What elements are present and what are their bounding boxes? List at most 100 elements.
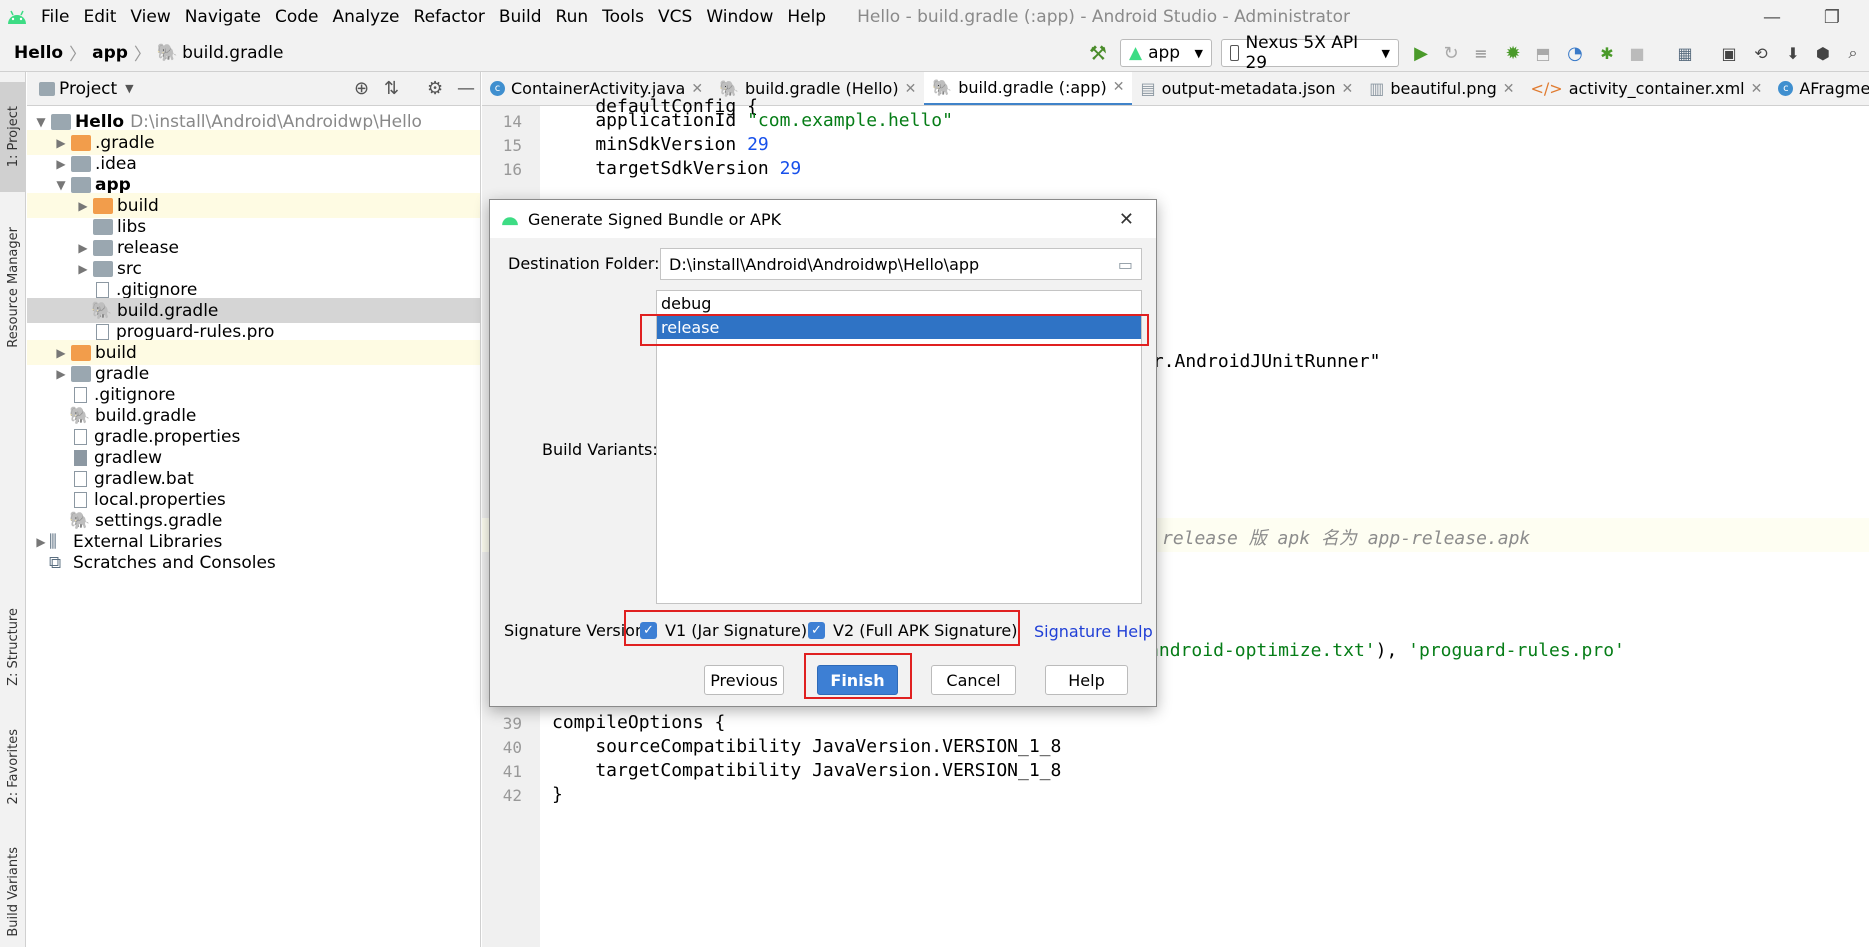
tab-activity-container-xml[interactable]: </> activity_container.xml ✕ bbox=[1522, 72, 1770, 105]
search-icon[interactable]: ⌕ bbox=[1840, 38, 1866, 68]
breadcrumb-project[interactable]: Hello bbox=[14, 43, 63, 63]
tree-item-label: .idea bbox=[95, 153, 137, 174]
signature-help-link[interactable]: Signature Help bbox=[1034, 622, 1153, 641]
menu-navigate[interactable]: Navigate bbox=[178, 0, 268, 34]
project-structure-icon[interactable]: ▦ bbox=[1672, 38, 1698, 68]
release-highlight-box bbox=[640, 314, 1149, 346]
menu-help[interactable]: Help bbox=[780, 0, 833, 34]
menu-refactor[interactable]: Refactor bbox=[407, 0, 492, 34]
destination-folder-value: D:\install\Android\Androidwp\Hello\app bbox=[669, 254, 980, 274]
menu-build[interactable]: Build bbox=[492, 0, 549, 34]
gradle-elephant-icon: 🐘 bbox=[69, 405, 91, 426]
menu-analyze[interactable]: Analyze bbox=[326, 0, 407, 34]
tab-afragment[interactable]: c AFragment.java bbox=[1770, 72, 1869, 105]
tree-item-label: settings.gradle bbox=[95, 510, 223, 531]
line-number: 16 bbox=[502, 160, 522, 179]
avd-manager-icon[interactable]: ▣ bbox=[1716, 38, 1742, 68]
apply-code-changes-icon[interactable]: ≡ bbox=[1468, 38, 1494, 68]
expand-arrow-icon[interactable]: ▶ bbox=[75, 241, 91, 255]
tab-project-tool[interactable]: 1: Project bbox=[0, 82, 26, 192]
menu-run[interactable]: Run bbox=[549, 0, 596, 34]
stop-icon[interactable]: ■ bbox=[1624, 38, 1650, 68]
run-icon[interactable]: ▶ bbox=[1408, 38, 1434, 68]
tab-output-metadata[interactable]: ▤ output-metadata.json ✕ bbox=[1132, 72, 1361, 105]
collapse-all-icon[interactable]: ⇅ bbox=[384, 78, 399, 99]
line-number: 40 bbox=[502, 738, 522, 757]
profile-icon[interactable]: ◔ bbox=[1562, 38, 1588, 68]
expand-arrow-icon[interactable]: ▶ bbox=[75, 262, 91, 276]
variant-debug[interactable]: debug bbox=[657, 291, 1141, 315]
android-studio-logo-icon bbox=[0, 0, 34, 34]
tree-item-label: External Libraries bbox=[73, 531, 223, 552]
line-number: 42 bbox=[502, 786, 522, 805]
plugin-icon[interactable]: ⬢ bbox=[1810, 38, 1836, 68]
folder-browse-icon[interactable]: ▭ bbox=[1118, 255, 1133, 274]
tab-label: build.gradle (:app) bbox=[958, 77, 1107, 97]
run-config-select[interactable]: ▲ app ▼ bbox=[1120, 39, 1212, 67]
tab-build-gradle-app[interactable]: 🐘 build.gradle (:app) ✕ bbox=[924, 72, 1133, 105]
tree-item-scratches[interactable]: ⧉ Scratches and Consoles bbox=[27, 550, 480, 575]
close-icon[interactable]: ✕ bbox=[1751, 81, 1763, 97]
shell-script-icon bbox=[74, 449, 87, 466]
java-class-icon: c bbox=[490, 81, 505, 96]
properties-file-icon bbox=[74, 428, 87, 445]
close-icon[interactable]: ✕ bbox=[1113, 79, 1125, 95]
expand-arrow-icon[interactable]: ▶ bbox=[53, 346, 69, 360]
folder-icon bbox=[93, 218, 113, 235]
close-icon[interactable]: ✕ bbox=[691, 81, 703, 97]
apply-changes-icon[interactable]: ↻ bbox=[1438, 38, 1464, 68]
attach-debugger-icon[interactable]: ⬒ bbox=[1530, 38, 1556, 68]
close-icon[interactable]: ✕ bbox=[1503, 81, 1515, 97]
debug-icon[interactable]: ✹ bbox=[1500, 38, 1526, 68]
close-icon[interactable]: ✕ bbox=[1341, 81, 1353, 97]
attach-process-icon[interactable]: ✱ bbox=[1594, 38, 1620, 68]
menu-file[interactable]: File bbox=[34, 0, 76, 34]
breadcrumb: Hello 〉 app 〉 🐘 build.gradle bbox=[0, 40, 283, 66]
libraries-icon: ⫼ bbox=[49, 531, 57, 552]
locate-icon[interactable]: ⊕ bbox=[354, 78, 369, 99]
tab-favorites[interactable]: 2: Favorites bbox=[0, 712, 26, 822]
dropdown-arrow-icon[interactable]: ▼ bbox=[125, 82, 133, 95]
minimize-icon[interactable]: — bbox=[1750, 0, 1794, 34]
tab-build-variants[interactable]: Build Variants bbox=[0, 837, 26, 947]
tab-resource-manager-label: Resource Manager bbox=[5, 226, 21, 348]
code-line: } bbox=[552, 784, 563, 805]
breadcrumb-file[interactable]: build.gradle bbox=[182, 43, 283, 63]
expand-arrow-icon[interactable]: ▼ bbox=[53, 178, 69, 192]
android-icon: ▲ bbox=[1129, 43, 1143, 63]
close-icon[interactable]: ✕ bbox=[1119, 209, 1134, 230]
line-number: 15 bbox=[502, 136, 522, 155]
project-view-select[interactable]: Project bbox=[59, 79, 117, 99]
menu-code[interactable]: Code bbox=[268, 0, 326, 34]
breadcrumb-module[interactable]: app bbox=[92, 43, 128, 63]
device-select[interactable]: Nexus 5X API 29 ▼ bbox=[1221, 33, 1399, 73]
previous-button[interactable]: Previous bbox=[704, 665, 784, 695]
menu-tools[interactable]: Tools bbox=[595, 0, 651, 34]
tree-item-label: build.gradle bbox=[95, 405, 197, 426]
tab-resource-manager[interactable]: Resource Manager bbox=[0, 202, 26, 372]
menu-edit[interactable]: Edit bbox=[76, 0, 123, 34]
expand-arrow-icon[interactable]: ▼ bbox=[33, 115, 49, 129]
tree-item-label: build bbox=[95, 342, 137, 363]
destination-folder-field[interactable]: D:\install\Android\Androidwp\Hello\app ▭ bbox=[660, 248, 1142, 280]
expand-arrow-icon[interactable]: ▶ bbox=[33, 535, 49, 549]
tab-beautiful-png[interactable]: ▥ beautiful.png ✕ bbox=[1361, 72, 1522, 105]
expand-arrow-icon[interactable]: ▶ bbox=[53, 367, 69, 381]
code-line: targetSdkVersion 29 bbox=[552, 158, 802, 179]
tab-structure[interactable]: Z: Structure bbox=[0, 592, 26, 702]
help-button[interactable]: Help bbox=[1045, 665, 1128, 695]
restore-icon[interactable]: ❐ bbox=[1810, 0, 1854, 34]
build-hammer-icon[interactable]: ⚒ bbox=[1083, 38, 1113, 68]
expand-arrow-icon[interactable]: ▶ bbox=[53, 136, 69, 150]
expand-arrow-icon[interactable]: ▶ bbox=[53, 157, 69, 171]
sdk-manager-icon[interactable]: ⬇ bbox=[1780, 38, 1806, 68]
menu-window[interactable]: Window bbox=[699, 0, 780, 34]
menu-view[interactable]: View bbox=[123, 0, 177, 34]
cancel-button[interactable]: Cancel bbox=[931, 665, 1016, 695]
sync-gradle-icon[interactable]: ⟲ bbox=[1748, 38, 1774, 68]
expand-arrow-icon[interactable]: ▶ bbox=[75, 199, 91, 213]
menu-vcs[interactable]: VCS bbox=[651, 0, 699, 34]
hide-icon[interactable]: — bbox=[457, 78, 475, 99]
close-icon[interactable]: ✕ bbox=[905, 81, 917, 97]
gear-icon[interactable]: ⚙ bbox=[427, 78, 443, 99]
